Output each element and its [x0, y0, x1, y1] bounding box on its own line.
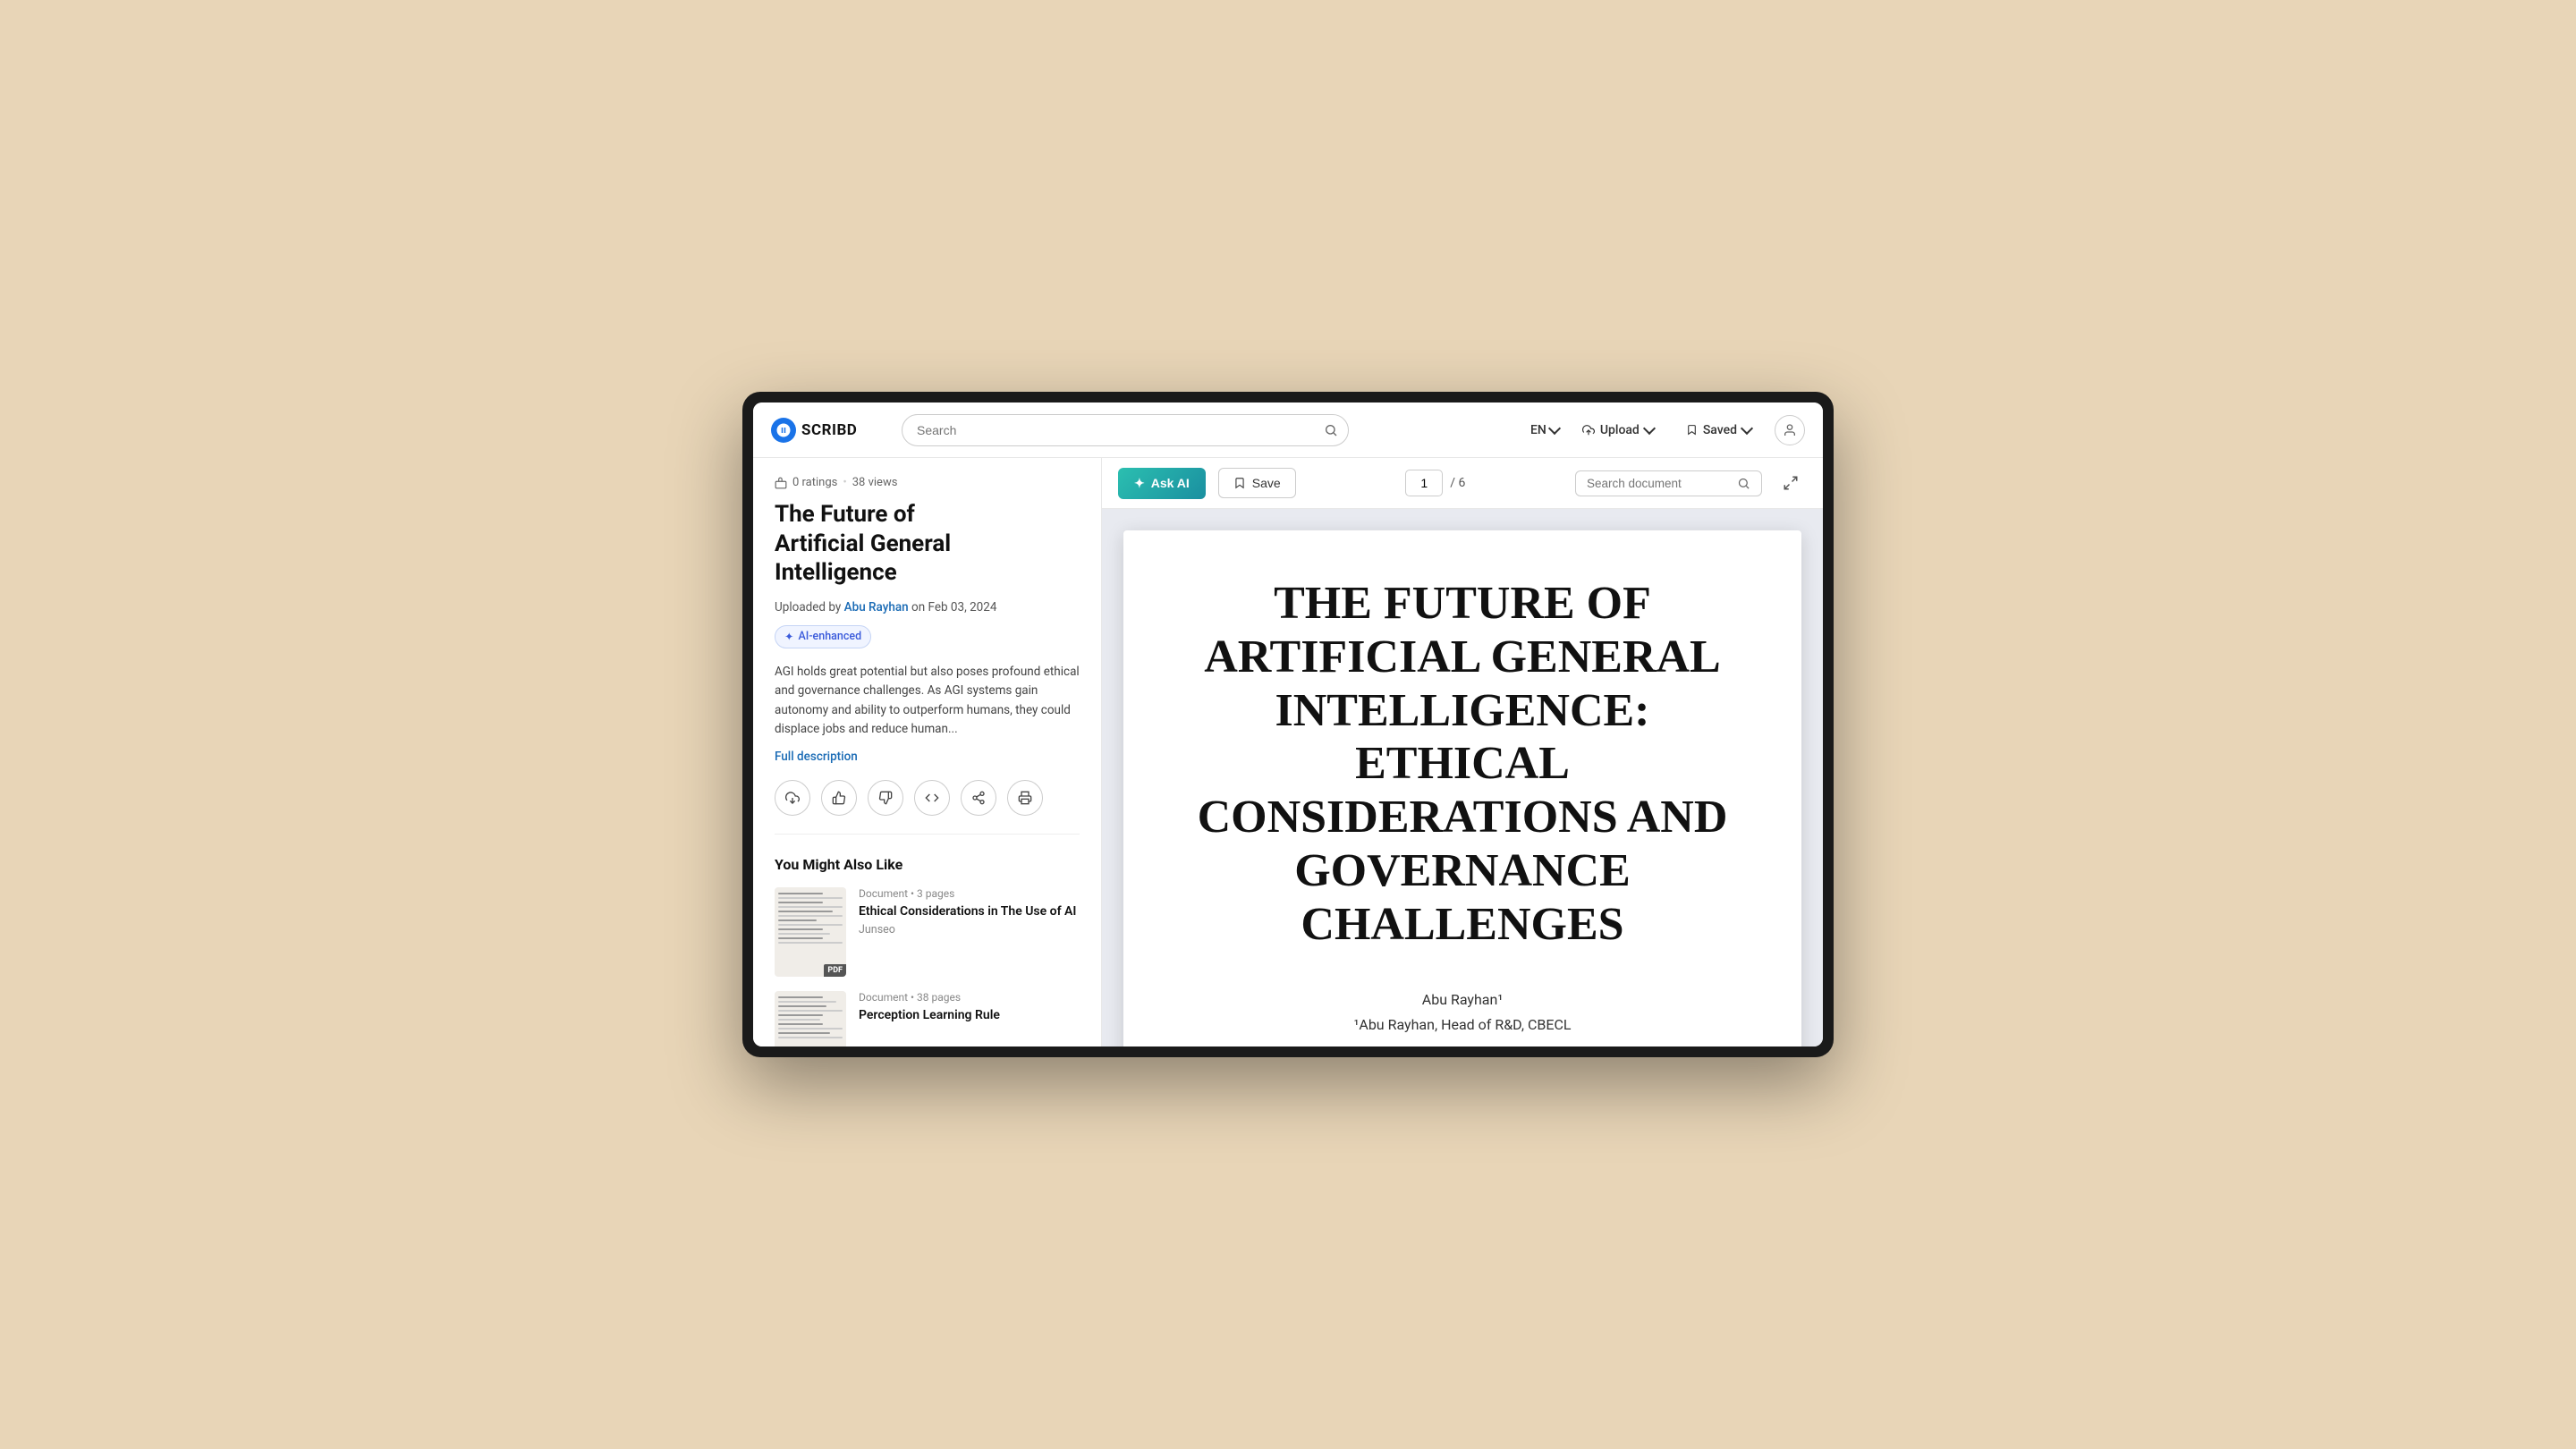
doc-search	[1575, 470, 1762, 496]
saved-button[interactable]: Saved	[1677, 418, 1760, 443]
doc-title-line2: Artificial General	[775, 530, 951, 557]
ai-star-icon: ✦	[784, 630, 793, 644]
author-link[interactable]: Abu Rayhan	[844, 600, 909, 614]
ask-ai-button[interactable]: ✦ Ask AI	[1118, 468, 1206, 499]
full-description-link[interactable]: Full description	[775, 750, 858, 764]
doc-viewer: ✦ Ask AI Save / 6	[1102, 458, 1823, 1046]
related-section-title: You Might Also Like	[775, 856, 1080, 873]
upload-label: Upload	[1600, 423, 1640, 437]
pdf-badge-1: PDF	[824, 964, 846, 977]
search-button[interactable]	[1324, 423, 1338, 437]
related-type-2: Document • 38 pages	[859, 991, 1080, 1004]
saved-chevron-icon	[1741, 421, 1753, 434]
like-button[interactable]	[821, 780, 857, 816]
doc-search-button[interactable]	[1737, 477, 1750, 490]
top-nav: SCRIBD EN	[753, 402, 1823, 458]
uploaded-by-prefix: Uploaded by	[775, 600, 841, 614]
save-button[interactable]: Save	[1218, 468, 1296, 498]
save-label: Save	[1252, 476, 1281, 490]
dislike-button[interactable]	[868, 780, 903, 816]
chevron-down-icon	[1548, 421, 1561, 434]
doc-uploader: Uploaded by Abu Rayhan on Feb 03, 2024	[775, 600, 1080, 614]
views-count: 38 views	[852, 476, 898, 489]
doc-page: THE FUTURE OF ARTIFICIAL GENERAL INTELLI…	[1123, 530, 1801, 1046]
page-author-name: Abu Rayhan¹	[1354, 987, 1572, 1013]
logo-area: SCRIBD	[771, 418, 887, 443]
ratings-count: 0 ratings	[792, 476, 837, 489]
page-author: Abu Rayhan¹ ¹Abu Rayhan, Head of R&D, CB…	[1354, 987, 1572, 1039]
nav-right: EN Upload Saved	[1530, 415, 1805, 445]
page-author-affil: ¹Abu Rayhan, Head of R&D, CBECL	[1354, 1013, 1572, 1038]
device-frame: SCRIBD EN	[742, 392, 1834, 1057]
viewer-toolbar: ✦ Ask AI Save / 6	[1102, 458, 1823, 509]
fullscreen-button[interactable]	[1775, 467, 1807, 499]
search-input[interactable]	[902, 414, 1349, 446]
page-nav: / 6	[1405, 470, 1465, 496]
related-title-2: Perception Learning Rule	[859, 1007, 1080, 1023]
related-card-2[interactable]: Document • 38 pages Perception Learning …	[775, 991, 1080, 1046]
share-button[interactable]	[961, 780, 996, 816]
upload-button[interactable]: Upload	[1573, 418, 1663, 443]
page-number-input[interactable]	[1405, 470, 1443, 496]
saved-label: Saved	[1703, 423, 1737, 437]
doc-title: The Future of Artificial General Intelli…	[775, 500, 1080, 588]
doc-content-area[interactable]: THE FUTURE OF ARTIFICIAL GENERAL INTELLI…	[1102, 509, 1823, 1046]
scribd-logo-icon	[771, 418, 796, 443]
upload-date: on Feb 03, 2024	[911, 600, 996, 614]
ask-ai-star-icon: ✦	[1134, 476, 1145, 491]
search-bar	[902, 414, 1349, 446]
page-total: / 6	[1450, 476, 1465, 490]
doc-search-input[interactable]	[1587, 477, 1730, 490]
ai-badge: ✦ AI-enhanced	[775, 625, 871, 648]
doc-title-line3: Intelligence	[775, 559, 897, 586]
user-avatar[interactable]	[1775, 415, 1805, 445]
ai-badge-label: AI-enhanced	[798, 630, 861, 643]
language-selector[interactable]: EN	[1530, 423, 1559, 437]
related-title-1: Ethical Considerations in The Use of AI	[859, 903, 1080, 919]
logo-text: SCRIBD	[801, 421, 857, 439]
doc-meta: 0 ratings • 38 views	[775, 476, 1080, 489]
download-button[interactable]	[775, 780, 810, 816]
action-icons	[775, 780, 1080, 835]
language-label: EN	[1530, 423, 1546, 437]
related-info-2: Document • 38 pages Perception Learning …	[859, 991, 1080, 1046]
sidebar: 0 ratings • 38 views The Future of Artif…	[753, 458, 1102, 1046]
upload-chevron-icon	[1643, 421, 1656, 434]
doc-title-line1: The Future of	[775, 501, 915, 528]
ask-ai-label: Ask AI	[1151, 476, 1190, 490]
related-thumb-1: PDF	[775, 887, 846, 977]
embed-button[interactable]	[914, 780, 950, 816]
related-card-1[interactable]: PDF Document • 3 pages Ethical Considera…	[775, 887, 1080, 977]
related-author-1: Junseo	[859, 923, 1080, 936]
doc-description: AGI holds great potential but also poses…	[775, 663, 1080, 740]
print-button[interactable]	[1007, 780, 1043, 816]
related-type-1: Document • 3 pages	[859, 887, 1080, 900]
app-window: SCRIBD EN	[753, 402, 1823, 1046]
related-thumb-2	[775, 991, 846, 1046]
main-layout: 0 ratings • 38 views The Future of Artif…	[753, 458, 1823, 1046]
page-main-title: THE FUTURE OF ARTIFICIAL GENERAL INTELLI…	[1195, 577, 1730, 952]
related-info-1: Document • 3 pages Ethical Consideration…	[859, 887, 1080, 977]
